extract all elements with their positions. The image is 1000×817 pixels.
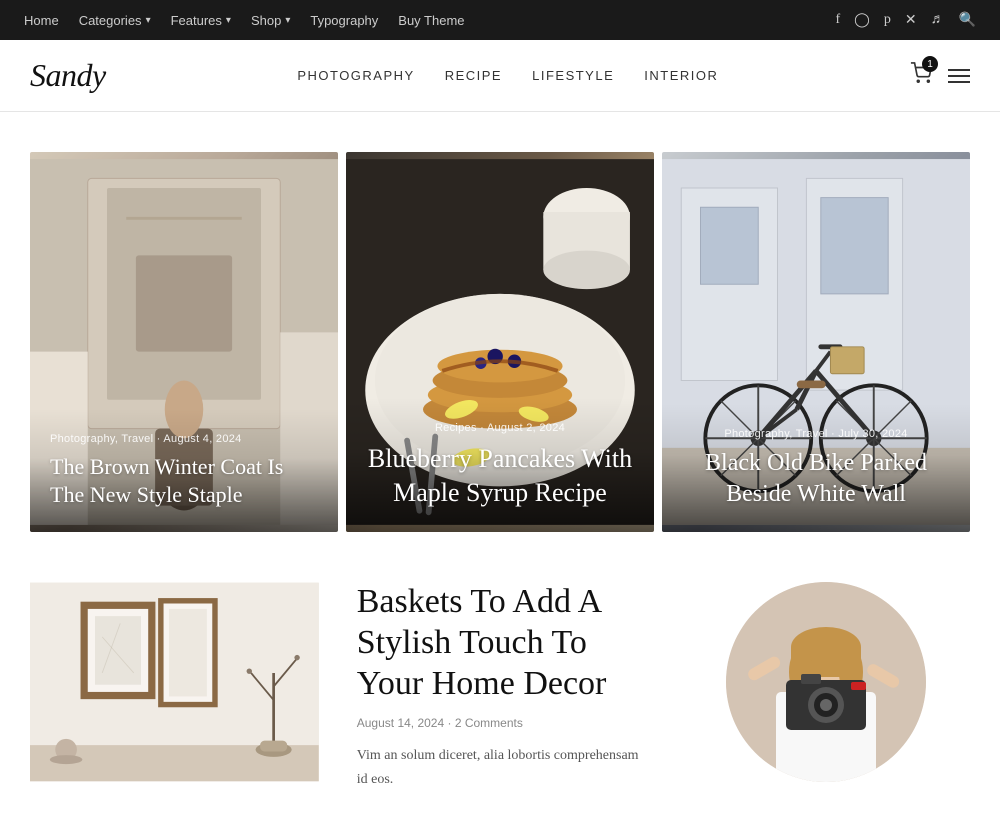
menu-line (948, 81, 970, 83)
header-right: 1 (910, 62, 970, 89)
card-title-coat: The Brown Winter Coat Is The New Style S… (50, 453, 318, 510)
topnav-categories[interactable]: Categories ▾ (79, 13, 151, 28)
top-bar: Home Categories ▾ Features ▾ Shop ▾ Typo… (0, 0, 1000, 40)
topnav-home[interactable]: Home (24, 13, 59, 28)
card-pancakes[interactable]: Recipes · August 2, 2024 Blueberry Panca… (346, 152, 654, 532)
tiktok-icon[interactable]: ♬ (931, 12, 945, 28)
search-icon[interactable]: 🔍 (959, 12, 976, 29)
article-title[interactable]: Baskets To Add A Stylish Touch To Your H… (357, 582, 644, 704)
nav-lifestyle[interactable]: LIFESTYLE (532, 68, 614, 83)
facebook-icon[interactable]: f (835, 12, 840, 28)
card-title-bike: Black Old Bike Parked Beside White Wall (682, 448, 950, 510)
article-excerpt: Vim an solum diceret, alia lobortis comp… (357, 744, 644, 792)
avatar (726, 582, 926, 782)
card-overlay-bike: Photography, Travel · July 30, 2024 Blac… (662, 404, 970, 532)
topnav-shop[interactable]: Shop ▾ (251, 13, 290, 28)
chevron-icon: ▾ (285, 15, 290, 26)
x-twitter-icon[interactable]: ✕ (905, 12, 917, 29)
bottom-row: Baskets To Add A Stylish Touch To Your H… (30, 572, 970, 797)
top-bar-nav: Home Categories ▾ Features ▾ Shop ▾ Typo… (24, 13, 465, 28)
card-title-pancakes: Blueberry Pancakes With Maple Syrup Reci… (366, 442, 634, 510)
topnav-shop-label: Shop (251, 13, 281, 28)
avatar-image (726, 582, 926, 782)
featured-grid: Photography, Travel · August 4, 2024 The… (30, 152, 970, 532)
card-meta-coat: Photography, Travel · August 4, 2024 (50, 433, 318, 445)
article-meta: August 14, 2024 · 2 Comments (357, 716, 644, 730)
instagram-icon[interactable]: ◯ (854, 12, 870, 29)
main-nav: PHOTOGRAPHY RECIPE LIFESTYLE INTERIOR (297, 68, 718, 83)
bottom-article: Baskets To Add A Stylish Touch To Your H… (327, 572, 674, 792)
card-overlay-pancakes: Recipes · August 2, 2024 Blueberry Panca… (346, 398, 654, 532)
menu-line (948, 75, 970, 77)
interior-image (30, 572, 319, 792)
topnav-features[interactable]: Features ▾ (171, 13, 231, 28)
card-coat[interactable]: Photography, Travel · August 4, 2024 The… (30, 152, 338, 532)
header: Sandy PHOTOGRAPHY RECIPE LIFESTYLE INTER… (0, 40, 1000, 112)
bottom-right-card (681, 572, 970, 782)
chevron-icon: ▾ (226, 15, 231, 26)
chevron-icon: ▾ (146, 15, 151, 26)
nav-recipe[interactable]: RECIPE (445, 68, 502, 83)
topnav-features-label: Features (171, 13, 222, 28)
nav-interior[interactable]: INTERIOR (644, 68, 718, 83)
social-icons: f ◯ p ✕ ♬ 🔍 (835, 12, 976, 29)
nav-photography[interactable]: PHOTOGRAPHY (297, 68, 414, 83)
card-overlay-coat: Photography, Travel · August 4, 2024 The… (30, 409, 338, 532)
card-meta-pancakes: Recipes · August 2, 2024 (366, 422, 634, 434)
cart-badge: 1 (922, 56, 938, 72)
cart-button[interactable]: 1 (910, 62, 932, 89)
hamburger-menu[interactable] (948, 69, 970, 83)
card-meta-bike: Photography, Travel · July 30, 2024 (682, 428, 950, 440)
menu-line (948, 69, 970, 71)
topnav-categories-label: Categories (79, 13, 142, 28)
card-bike[interactable]: Photography, Travel · July 30, 2024 Blac… (662, 152, 970, 532)
main-content: Photography, Travel · August 4, 2024 The… (0, 112, 1000, 817)
pinterest-icon[interactable]: p (884, 12, 891, 28)
bottom-left-card[interactable] (30, 572, 319, 797)
topnav-buytheme[interactable]: Buy Theme (398, 13, 464, 28)
site-logo[interactable]: Sandy (30, 57, 106, 94)
topnav-typography[interactable]: Typography (310, 13, 378, 28)
